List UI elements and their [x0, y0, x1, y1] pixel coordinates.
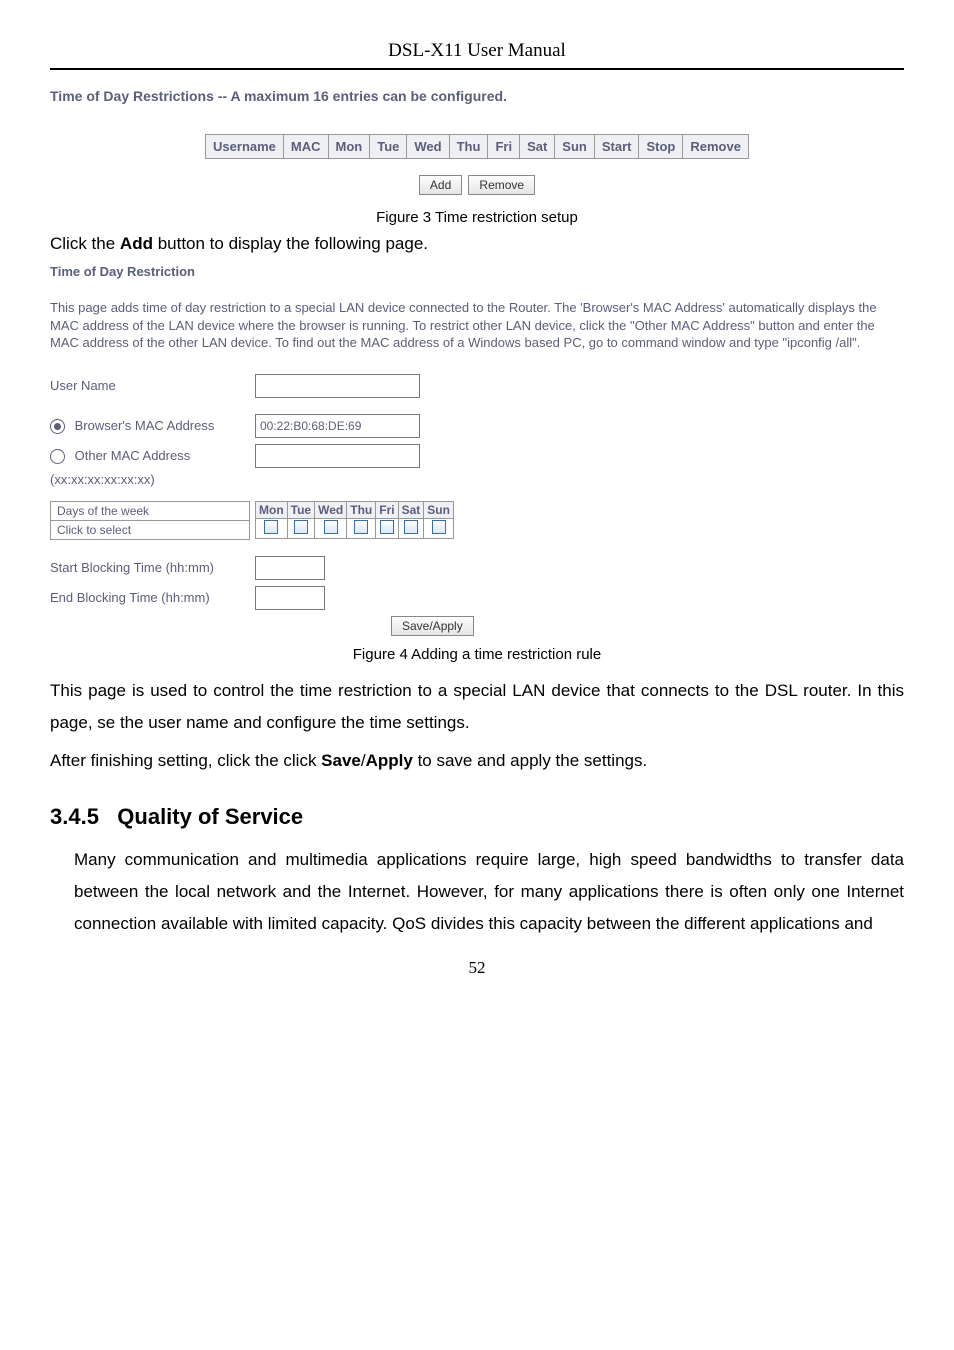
col-start: Start	[594, 135, 639, 159]
restrictions-title: Time of Day Restrictions -- A maximum 16…	[50, 88, 904, 104]
restrictions-table: Username MAC Mon Tue Wed Thu Fri Sat Sun…	[205, 134, 749, 159]
col-mac: MAC	[283, 135, 328, 159]
day-sun: Sun	[424, 501, 454, 518]
row-other-mac-hint: (xx:xx:xx:xx:xx:xx)	[50, 472, 904, 487]
other-mac-label: Other MAC Address	[75, 448, 191, 463]
row-start-time: Start Blocking Time (hh:mm)	[50, 556, 904, 580]
page-number: 52	[50, 958, 904, 978]
other-mac-radio[interactable]	[50, 449, 65, 464]
qos-title: Quality of Service	[117, 804, 303, 829]
p2-apply: Apply	[366, 751, 413, 770]
col-mon: Mon	[328, 135, 370, 159]
day-mon: Mon	[256, 501, 288, 518]
browser-mac-input[interactable]	[255, 414, 420, 438]
click-add-line: Click the Add button to display the foll…	[50, 234, 904, 254]
chk-mon[interactable]	[264, 520, 278, 534]
col-sat: Sat	[520, 135, 555, 159]
qos-num: 3.4.5	[50, 804, 99, 829]
col-fri: Fri	[488, 135, 520, 159]
days-block: Days of the week Click to select Mon Tue…	[50, 501, 904, 540]
start-time-input[interactable]	[255, 556, 325, 580]
username-input[interactable]	[255, 374, 420, 398]
days-select-label: Click to select	[51, 520, 250, 539]
day-sat: Sat	[398, 501, 424, 518]
col-wed: Wed	[407, 135, 449, 159]
page-header: DSL-X11 User Manual	[50, 40, 904, 70]
figure3-caption: Figure 3 Time restriction setup	[50, 209, 904, 226]
chk-sat[interactable]	[404, 520, 418, 534]
browser-mac-radio[interactable]	[50, 419, 65, 434]
p2-save: Save	[321, 751, 361, 770]
day-tue: Tue	[287, 501, 314, 518]
day-thu: Thu	[347, 501, 376, 518]
row-end-time: End Blocking Time (hh:mm)	[50, 586, 904, 610]
p2-suffix: to save and apply the settings.	[413, 751, 647, 770]
row-other-mac: Other MAC Address	[50, 444, 904, 468]
save-apply-button[interactable]: Save/Apply	[391, 616, 474, 636]
col-tue: Tue	[370, 135, 407, 159]
username-label: User Name	[50, 378, 255, 393]
other-mac-hint: (xx:xx:xx:xx:xx:xx)	[50, 472, 255, 487]
restrictions-table-wrap: Username MAC Mon Tue Wed Thu Fri Sat Sun…	[50, 134, 904, 159]
add-button[interactable]: Add	[419, 175, 462, 195]
day-wed: Wed	[315, 501, 347, 518]
click-add-prefix: Click the	[50, 234, 120, 253]
browser-mac-wrap: Browser's MAC Address	[50, 418, 255, 434]
table-buttons: Add Remove	[50, 175, 904, 195]
browser-mac-label: Browser's MAC Address	[75, 418, 215, 433]
start-time-label: Start Blocking Time (hh:mm)	[50, 560, 255, 575]
restriction-info: This page adds time of day restriction t…	[50, 299, 904, 352]
row-browser-mac: Browser's MAC Address	[50, 414, 904, 438]
col-thu: Thu	[449, 135, 488, 159]
end-time-label: End Blocking Time (hh:mm)	[50, 590, 255, 605]
end-time-input[interactable]	[255, 586, 325, 610]
paragraph-3: Many communication and multimedia applic…	[74, 844, 904, 941]
col-username: Username	[206, 135, 284, 159]
days-table: Mon Tue Wed Thu Fri Sat Sun	[255, 501, 454, 539]
chk-tue[interactable]	[294, 520, 308, 534]
col-remove: Remove	[683, 135, 749, 159]
col-stop: Stop	[639, 135, 683, 159]
paragraph-2: After finishing setting, click the click…	[50, 745, 904, 777]
chk-wed[interactable]	[324, 520, 338, 534]
other-mac-wrap: Other MAC Address	[50, 448, 255, 464]
p2-prefix: After finishing setting, click the click	[50, 751, 321, 770]
chk-fri[interactable]	[380, 520, 394, 534]
days-label: Days of the week	[51, 501, 250, 520]
click-add-suffix: button to display the following page.	[153, 234, 428, 253]
col-sun: Sun	[555, 135, 595, 159]
other-mac-input[interactable]	[255, 444, 420, 468]
qos-heading: 3.4.5 Quality of Service	[50, 804, 904, 830]
figure4-caption: Figure 4 Adding a time restriction rule	[50, 646, 904, 663]
paragraph-1: This page is used to control the time re…	[50, 675, 904, 740]
chk-thu[interactable]	[354, 520, 368, 534]
remove-button[interactable]: Remove	[468, 175, 535, 195]
click-add-bold: Add	[120, 234, 153, 253]
days-left: Days of the week Click to select	[50, 501, 255, 540]
row-username: User Name	[50, 374, 904, 398]
chk-sun[interactable]	[432, 520, 446, 534]
day-fri: Fri	[376, 501, 398, 518]
save-wrap: Save/Apply	[390, 616, 904, 636]
restriction-subtitle: Time of Day Restriction	[50, 264, 904, 279]
